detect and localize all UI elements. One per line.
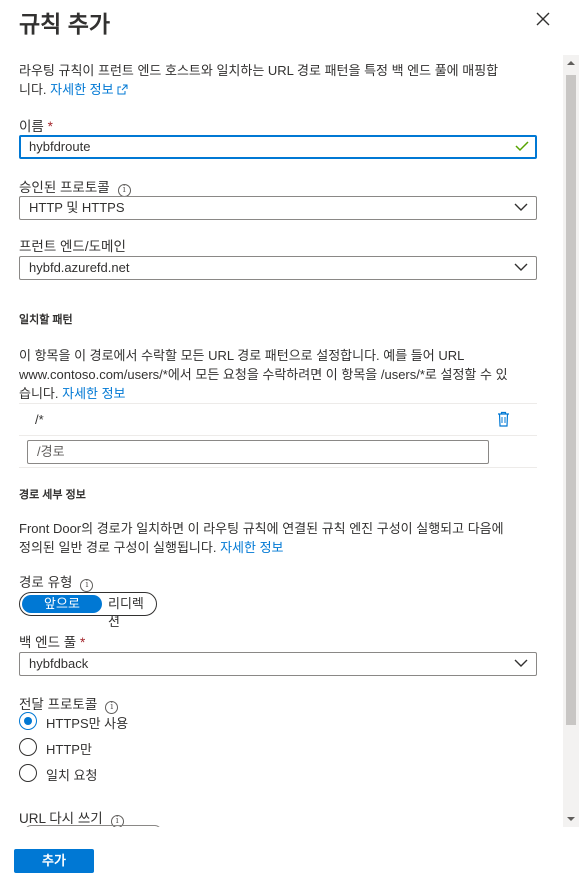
chevron-down-icon <box>514 659 528 667</box>
required-mark: * <box>47 119 53 134</box>
route-details-section-title: 경로 세부 정보 <box>19 489 86 501</box>
route-type-toggle[interactable]: 앞으로 리디렉션 <box>19 592 157 629</box>
protocols-label: 승인된 프로토콜 i <box>19 176 131 197</box>
patterns-description: 이 항목을 이 경로에서 수락할 모든 URL 경로 패턴으로 설정합니다. 예… <box>19 348 508 401</box>
delete-icon[interactable] <box>497 411 510 427</box>
divider <box>19 467 537 468</box>
divider <box>19 403 537 404</box>
radio-label-https-only: HTTPS만 사용 <box>46 716 129 731</box>
route-type-option-forward[interactable]: 앞으로 <box>22 595 102 613</box>
intro-text: 라우팅 규칙이 프런트 엔드 호스트와 일치하는 URL 경로 패턴을 특정 백… <box>19 63 499 97</box>
external-link-icon <box>117 84 128 95</box>
backend-pool-label: 백 엔드 풀 * <box>19 635 86 650</box>
patterns-section-title: 일치할 패턴 <box>19 314 73 326</box>
required-mark: * <box>79 635 86 650</box>
add-button[interactable]: 추가 <box>14 849 94 873</box>
chevron-down-icon <box>514 203 528 211</box>
scroll-down-icon[interactable] <box>563 811 579 827</box>
radio-label-match-request: 일치 요청 <box>46 768 98 783</box>
divider <box>19 435 537 436</box>
page-title: 규칙 추가 <box>19 11 111 37</box>
radio-label-http-only: HTTP만 <box>46 742 92 757</box>
route-type-option-redirect[interactable]: 리디렉션 <box>108 595 154 629</box>
chevron-down-icon <box>514 263 528 271</box>
scrollbar-thumb[interactable] <box>566 75 576 725</box>
learn-more-link[interactable]: 자세한 정보 <box>50 82 113 97</box>
info-icon[interactable]: i <box>80 579 94 592</box>
frontend-dropdown[interactable]: hybfd.azurefd.net <box>19 256 537 280</box>
forwarding-label: 전달 프로토콜 i <box>19 693 119 714</box>
radio-http-only[interactable] <box>19 738 37 756</box>
name-input[interactable]: hybfdroute <box>19 135 537 159</box>
checkmark-icon <box>515 141 529 152</box>
close-icon[interactable] <box>534 10 552 28</box>
name-label: 이름 * <box>19 119 53 134</box>
scroll-up-icon[interactable] <box>563 55 579 71</box>
learn-more-link[interactable]: 자세한 정보 <box>62 386 125 401</box>
route-type-label: 경로 유형 i <box>19 571 94 592</box>
scrollbar[interactable] <box>563 55 579 827</box>
learn-more-link[interactable]: 자세한 정보 <box>220 540 283 555</box>
protocols-dropdown[interactable]: HTTP 및 HTTPS <box>19 196 537 220</box>
route-details-description: Front Door의 경로가 일치하면 이 라우팅 규칙에 연결된 규칙 엔진… <box>19 521 504 555</box>
radio-match-request[interactable] <box>19 764 37 782</box>
path-pattern-row[interactable]: /* <box>35 412 44 427</box>
new-path-input[interactable]: /경로 <box>27 440 489 464</box>
frontend-label: 프런트 엔드/도메인 <box>19 239 126 254</box>
backend-pool-dropdown[interactable]: hybfdback <box>19 652 537 676</box>
radio-https-only[interactable] <box>19 712 37 730</box>
